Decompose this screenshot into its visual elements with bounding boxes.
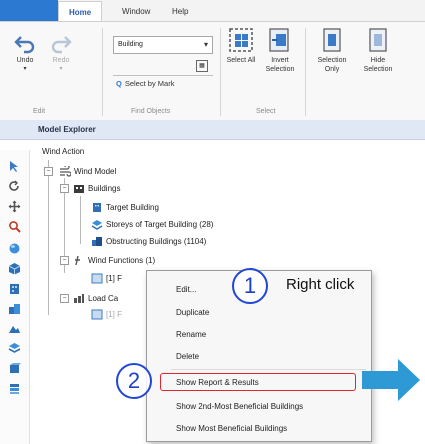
wind-model-label: Wind Model: [74, 167, 117, 176]
storeys-label: Storeys of Target Building (28): [106, 220, 214, 229]
highlight-box: [160, 373, 356, 391]
tree-node-wind-model[interactable]: Wind Model: [60, 166, 117, 177]
tree-node-function-item[interactable]: [1] F: [91, 273, 123, 284]
tree-node-wind-functions[interactable]: Wind Functions (1): [75, 255, 156, 266]
tree-node-obstructing[interactable]: Obstructing Buildings (1104): [92, 237, 207, 246]
tab-window[interactable]: Window: [122, 7, 150, 16]
undo-icon: [14, 36, 35, 54]
select-all-icon: [229, 28, 253, 52]
ribbon: Home Window Help Undo ▾ Redo ▾ Edit Buil…: [0, 0, 425, 120]
load-cases-label: Load Ca: [88, 294, 119, 303]
invert-selection-button[interactable]: Invert Selection: [262, 26, 298, 74]
tab-help[interactable]: Help: [172, 7, 188, 16]
load-case-item-label: [1] F: [106, 310, 123, 319]
group-divider: [220, 28, 221, 116]
object-type-value: Building: [118, 41, 143, 48]
zoom-icon[interactable]: [8, 220, 21, 233]
hide-selection-label: Hide Selection: [363, 57, 393, 73]
step-2-badge: 2: [116, 363, 152, 399]
undo-button[interactable]: Undo ▾: [10, 32, 40, 74]
menu-item-delete[interactable]: Delete: [176, 352, 199, 361]
tree-node-storeys[interactable]: Storeys of Target Building (28): [91, 220, 214, 230]
edit-group-label: Edit: [33, 108, 46, 115]
calendar-icon: ▦: [196, 60, 208, 72]
redo-label: Redo: [52, 57, 70, 64]
selection-only-icon: [323, 28, 341, 52]
model-icon[interactable]: [8, 362, 21, 375]
sphere-icon[interactable]: [8, 242, 21, 255]
menu-item-edit[interactable]: Edit...: [176, 285, 196, 294]
select-group-label: Select: [256, 108, 276, 115]
cube-icon[interactable]: [8, 262, 21, 275]
invert-selection-icon: [269, 28, 289, 52]
rotate-icon[interactable]: [8, 180, 21, 193]
step-1-text: Right click: [286, 276, 355, 293]
function-icon: [75, 255, 80, 266]
wind-functions-label: Wind Functions (1): [88, 256, 156, 265]
collapse-toggle[interactable]: −: [60, 184, 69, 193]
left-toolbar: [0, 150, 30, 444]
undo-label: Undo: [16, 57, 34, 64]
selection-only-button[interactable]: Selection Only: [312, 26, 352, 74]
tree-node-target-building[interactable]: Target Building: [93, 203, 159, 212]
select-all-label: Select All: [226, 57, 256, 64]
collapse-toggle[interactable]: −: [60, 294, 69, 303]
redo-icon: [51, 36, 72, 54]
storeys-icon: [91, 220, 103, 230]
pan-icon[interactable]: [8, 200, 21, 213]
object-type-combo[interactable]: Building ▾: [113, 36, 213, 54]
tree-node-load-cases[interactable]: Load Ca: [74, 294, 119, 303]
load-cases-icon: [74, 294, 84, 303]
group-divider: [102, 28, 103, 116]
select-by-mark-label: Select by Mark: [124, 79, 175, 88]
step-1-badge: 1: [232, 268, 268, 304]
obstructing-label: Obstructing Buildings (1104): [106, 237, 207, 246]
tree-guide: [80, 196, 81, 244]
buildings-folder-icon: [74, 185, 84, 193]
mark-input[interactable]: ▦: [113, 58, 213, 76]
menu-separator: [171, 369, 366, 370]
pointer-icon[interactable]: [8, 160, 21, 173]
ribbon-body: Undo ▾ Redo ▾ Edit Building ▾ ▦ Q Select …: [0, 21, 425, 120]
model-explorer-header: Model Explorer: [0, 120, 425, 140]
hide-selection-icon: [369, 28, 387, 52]
target-building-label: Target Building: [106, 203, 159, 212]
menu-item-rename[interactable]: Rename: [176, 330, 206, 339]
search-icon: Q: [116, 79, 122, 88]
storey-icon[interactable]: [8, 382, 21, 395]
tree-node-load-case-item[interactable]: [1] F: [91, 309, 123, 320]
tab-home[interactable]: Home: [58, 1, 103, 22]
target-building-icon: [93, 203, 101, 212]
tree-node-buildings[interactable]: Buildings: [74, 184, 121, 193]
redo-button[interactable]: Redo ▾: [46, 32, 76, 74]
select-all-button[interactable]: Select All: [226, 26, 256, 65]
collapse-toggle[interactable]: −: [44, 167, 53, 176]
tree-root-wind-action[interactable]: Wind Action: [42, 147, 84, 156]
buildings-label: Buildings: [88, 184, 121, 193]
function-item-icon: [91, 273, 103, 284]
group-divider: [305, 28, 306, 116]
tree-guide: [48, 160, 49, 315]
wind-icon: [60, 166, 71, 177]
find-group-label: Find Objects: [131, 108, 171, 115]
menu-item-show-most-beneficial[interactable]: Show Most Beneficial Buildings: [176, 424, 287, 433]
menu-item-show-2nd-most-beneficial[interactable]: Show 2nd-Most Beneficial Buildings: [176, 402, 303, 411]
hide-selection-button[interactable]: Hide Selection: [358, 26, 398, 74]
load-case-item-icon: [91, 309, 103, 320]
invert-selection-label: Invert Selection: [265, 57, 295, 73]
terrain-icon[interactable]: [8, 322, 21, 335]
select-by-mark-button[interactable]: Q Select by Mark: [116, 79, 174, 88]
chevron-down-icon: ▾: [203, 40, 208, 49]
layers-icon[interactable]: [8, 342, 21, 355]
selection-only-label: Selection Only: [317, 57, 347, 73]
collapse-toggle[interactable]: −: [60, 256, 69, 265]
building-icon[interactable]: [8, 282, 21, 295]
function-item-label: [1] F: [106, 274, 123, 283]
obstructing-buildings-icon: [92, 237, 102, 246]
menu-item-duplicate[interactable]: Duplicate: [176, 308, 209, 317]
file-tab[interactable]: [0, 0, 58, 21]
buildings-icon[interactable]: [8, 302, 21, 315]
arrow-right-icon: [362, 359, 420, 401]
